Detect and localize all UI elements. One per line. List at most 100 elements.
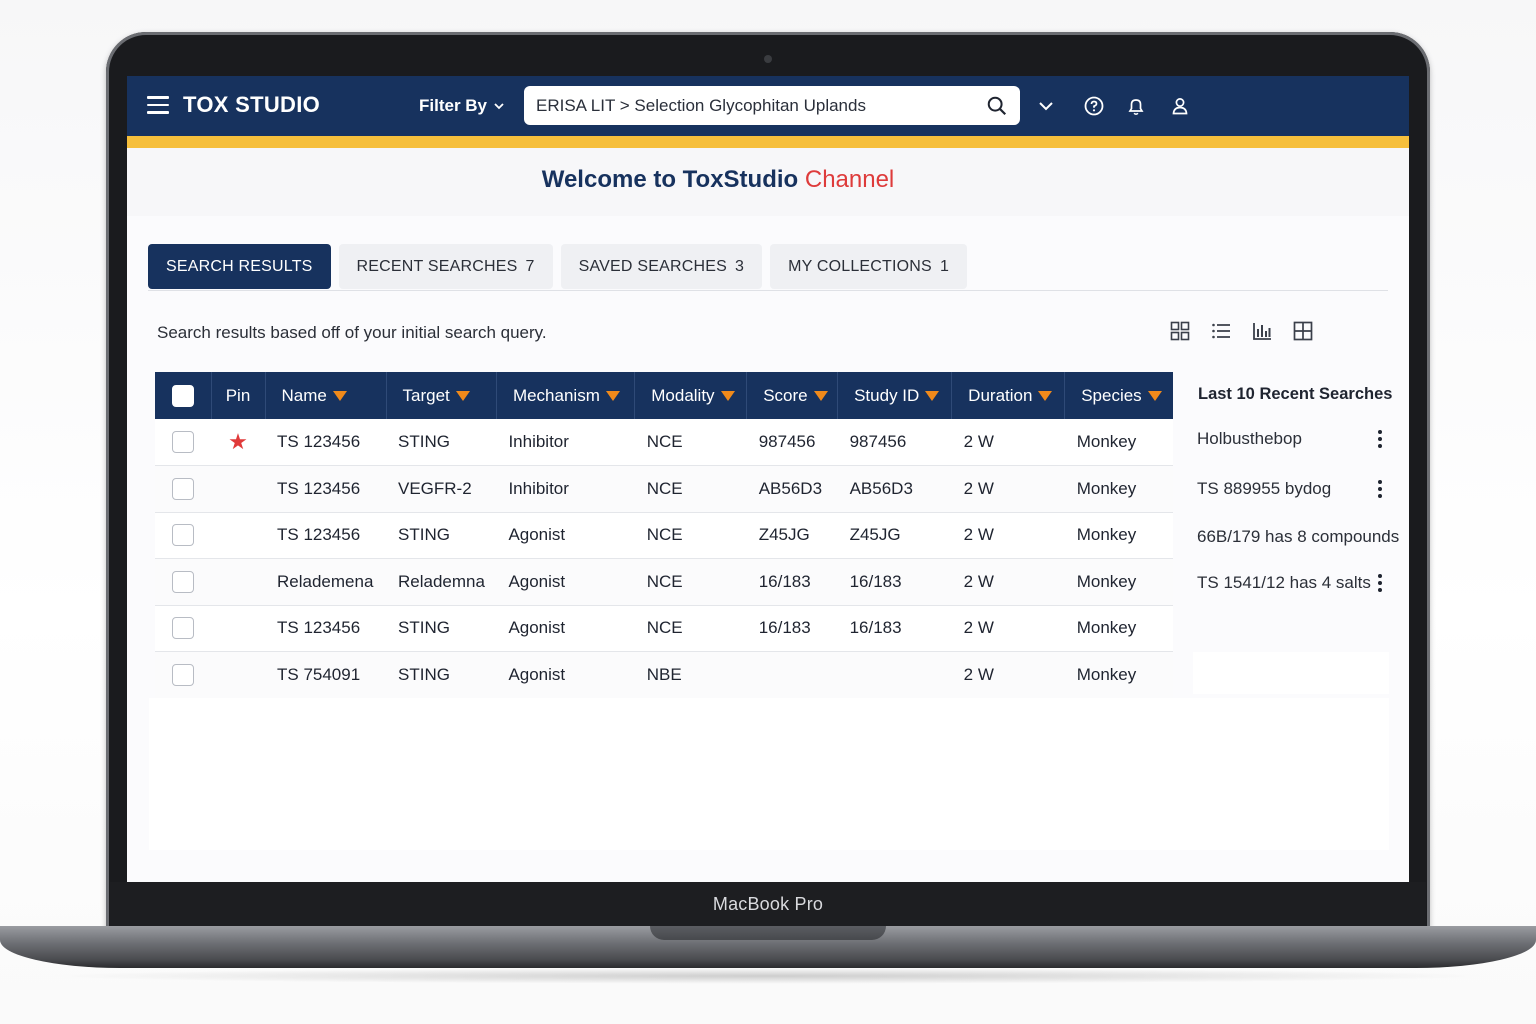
filter-by-dropdown[interactable]: Filter By: [419, 96, 505, 116]
table-row[interactable]: ★ TS 123456 STING Inhibitor NCE 987456 9…: [155, 419, 1173, 466]
cell-duration: 2 W: [951, 651, 1065, 699]
sort-arrow-icon[interactable]: [925, 391, 940, 402]
help-icon[interactable]: [1083, 95, 1105, 117]
sort-arrow-icon[interactable]: [332, 391, 347, 402]
table-row[interactable]: TS 123456 VEGFR-2 Inhibitor NCE AB56D3 A…: [155, 465, 1173, 513]
select-all-checkbox[interactable]: [171, 384, 194, 407]
welcome-highlight: Channel: [804, 166, 895, 193]
cell-study-id: 987456: [837, 419, 952, 466]
cell-target: STING: [386, 605, 497, 652]
cell-score: 16/183: [746, 558, 838, 606]
recent-search-item[interactable]: TS 1541/12 has 4 salts: [1197, 573, 1371, 593]
cell-species: Monkey: [1064, 605, 1173, 652]
sort-arrow-icon[interactable]: [1038, 391, 1053, 402]
pin-cell[interactable]: [211, 605, 265, 652]
sort-arrow-icon[interactable]: [1147, 391, 1162, 402]
column-header-label: Pin: [225, 385, 251, 405]
cell-modality: NCE: [634, 605, 747, 652]
row-checkbox[interactable]: [172, 524, 194, 547]
cell-name: TS 123456: [265, 605, 386, 652]
recent-searches-panel: Last 10 Recent Searches Holbusthebop TS …: [1189, 372, 1409, 698]
user-icon[interactable]: [1169, 95, 1191, 117]
list-view-icon[interactable]: [1210, 320, 1232, 342]
cell-mechanism: Agonist: [496, 558, 635, 606]
tab-my-collections[interactable]: MY COLLECTIONS 1: [770, 244, 968, 289]
row-checkbox[interactable]: [172, 431, 194, 453]
bell-icon[interactable]: [1125, 95, 1147, 117]
column-header-label: Mechanism: [512, 385, 600, 405]
cell-modality: NCE: [634, 465, 747, 513]
row-checkbox[interactable]: [172, 570, 194, 593]
row-select-cell: [155, 558, 211, 606]
row-checkbox[interactable]: [172, 617, 194, 640]
more-options-icon[interactable]: [1377, 430, 1383, 448]
table-view-icon[interactable]: [1292, 320, 1314, 342]
row-select-cell: [155, 651, 211, 699]
search-icon[interactable]: [986, 95, 1008, 117]
welcome-main: Welcome to ToxStudio: [541, 166, 799, 193]
tab-saved-searches[interactable]: SAVED SEARCHES 3: [560, 244, 763, 289]
row-checkbox[interactable]: [172, 663, 194, 686]
column-header-species[interactable]: Species: [1064, 372, 1173, 419]
tab-label: SAVED SEARCHES: [578, 257, 727, 275]
select-all-header: [155, 372, 212, 419]
more-options-icon[interactable]: [1377, 574, 1383, 592]
sort-arrow-icon[interactable]: [720, 391, 735, 402]
cell-duration: 2 W: [951, 419, 1065, 466]
table-row[interactable]: TS 123456 STING Agonist NCE 16/183 16/18…: [155, 605, 1173, 652]
column-header-label: Modality: [651, 385, 715, 405]
column-header-pin[interactable]: Pin: [211, 372, 266, 419]
column-header-score[interactable]: Score: [746, 372, 839, 419]
pin-cell[interactable]: [211, 465, 265, 513]
app-title: TOX STUDIO: [183, 92, 321, 117]
table-row[interactable]: Relademena Relademna Agonist NCE 16/183 …: [155, 558, 1173, 606]
camera-icon: [764, 55, 772, 63]
column-header-mechanism[interactable]: Mechanism: [496, 372, 636, 419]
top-bar: TOX STUDIO Filter By: [127, 76, 1409, 136]
pin-cell[interactable]: [211, 558, 265, 606]
chart-view-icon[interactable]: [1251, 320, 1273, 342]
pin-star-icon[interactable]: ★: [211, 419, 265, 466]
cell-species: Monkey: [1064, 465, 1173, 513]
tab-count: 1: [939, 257, 950, 275]
column-header-modality[interactable]: Modality: [634, 372, 748, 419]
grid-view-icon[interactable]: [1169, 320, 1191, 342]
sort-arrow-icon[interactable]: [813, 391, 828, 402]
laptop-shadow: [40, 968, 1496, 984]
menu-icon[interactable]: [147, 96, 169, 114]
recent-search-item[interactable]: 66B/179 has 8 compounds: [1197, 527, 1399, 547]
column-header-label: Name: [281, 385, 327, 405]
column-header-study-id[interactable]: Study ID: [837, 372, 953, 419]
cell-duration: 2 W: [951, 558, 1065, 606]
row-checkbox[interactable]: [172, 477, 194, 500]
results-table: Pin Name Target Mechanism Modality Score…: [155, 372, 1173, 699]
cell-species: Monkey: [1064, 419, 1173, 466]
cell-modality: NCE: [634, 558, 747, 606]
search-input[interactable]: [536, 95, 986, 116]
recent-search-item[interactable]: Holbusthebop: [1197, 429, 1302, 449]
cell-score: 987456: [746, 419, 838, 466]
column-header-name[interactable]: Name: [265, 372, 387, 419]
cell-mechanism: Inhibitor: [496, 465, 635, 513]
search-box: [524, 86, 1020, 125]
cell-study-id: AB56D3: [837, 465, 952, 513]
sort-arrow-icon[interactable]: [455, 391, 470, 402]
cell-species: Monkey: [1064, 651, 1173, 699]
column-header-label: Target: [402, 385, 450, 405]
pin-cell[interactable]: [211, 651, 265, 699]
recent-search-item[interactable]: TS 889955 bydog: [1197, 479, 1331, 499]
column-header-label: Species: [1081, 385, 1142, 405]
table-row[interactable]: TS 754091 STING Agonist NBE 2 W Monkey: [155, 651, 1173, 699]
row-select-cell: [155, 512, 211, 559]
pin-cell[interactable]: [211, 512, 265, 559]
more-options-icon[interactable]: [1377, 480, 1383, 498]
column-header-duration[interactable]: Duration: [951, 372, 1066, 419]
accent-strip: [127, 136, 1409, 148]
table-row[interactable]: TS 123456 STING Agonist NCE Z45JG Z45JG …: [155, 512, 1173, 559]
column-header-target[interactable]: Target: [386, 372, 497, 419]
cell-score: AB56D3: [746, 465, 838, 513]
chevron-down-icon[interactable]: [1035, 95, 1057, 117]
sort-arrow-icon[interactable]: [605, 391, 620, 402]
tab-search-results[interactable]: SEARCH RESULTS: [148, 244, 331, 289]
tab-recent-searches[interactable]: RECENT SEARCHES 7: [338, 244, 553, 289]
